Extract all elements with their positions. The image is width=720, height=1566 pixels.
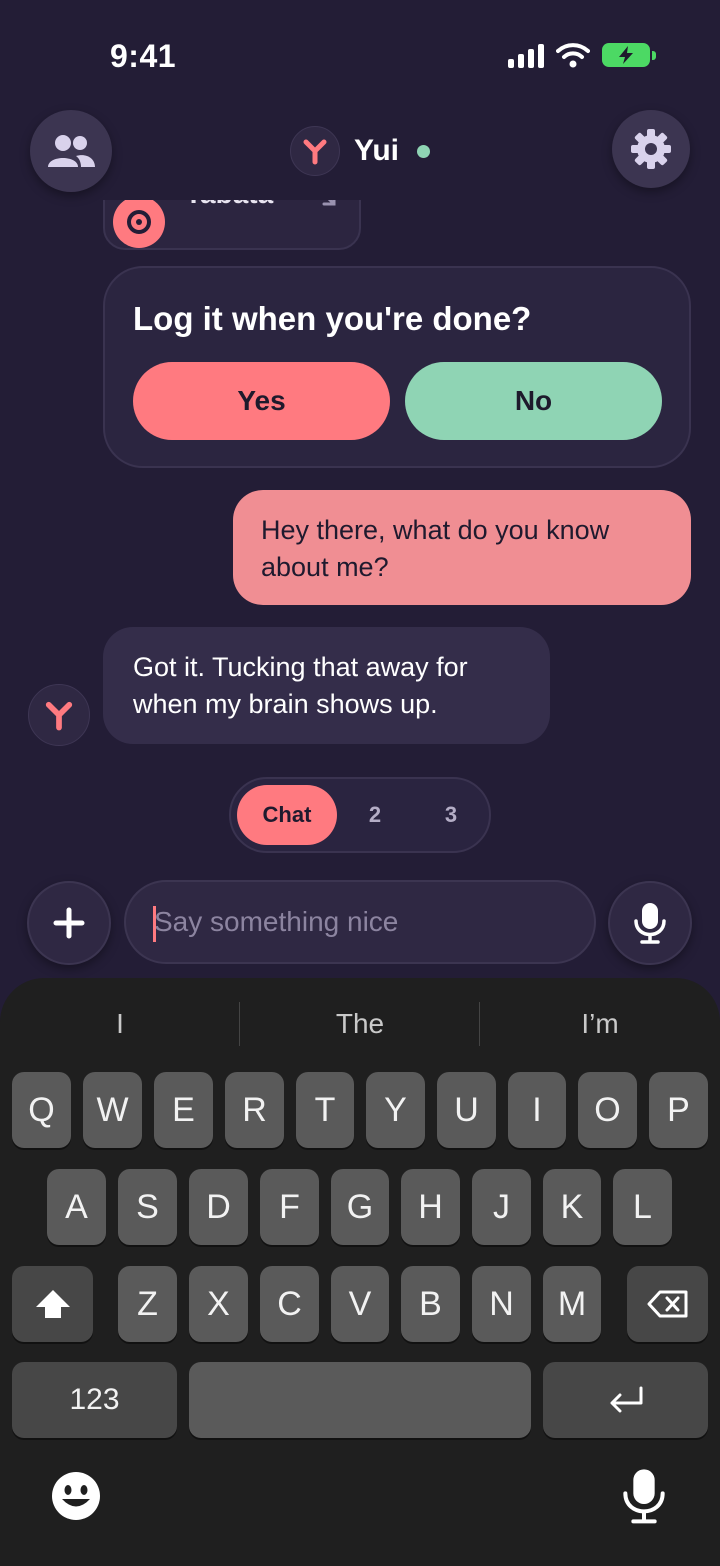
key-z[interactable]: Z [118, 1266, 177, 1342]
key-k[interactable]: K [543, 1169, 601, 1245]
key-o[interactable]: O [578, 1072, 637, 1148]
people-icon [48, 135, 95, 167]
predictive-suggestions: I The I’m [0, 978, 720, 1070]
microphone-icon [623, 1469, 665, 1524]
tabata-workout-card[interactable]: Tabata [103, 200, 361, 250]
key-f[interactable]: F [260, 1169, 319, 1245]
key-i[interactable]: I [508, 1072, 566, 1148]
key-u[interactable]: U [437, 1072, 496, 1148]
chat-thread[interactable]: Tabata Log it when you're done? Yes No H… [0, 200, 720, 870]
key-m[interactable]: M [543, 1266, 601, 1342]
status-time: 9:41 [110, 38, 177, 74]
yui-logo-icon [45, 701, 73, 731]
numbers-key[interactable]: 123 [12, 1362, 177, 1438]
key-l[interactable]: L [613, 1169, 672, 1245]
assistant-header[interactable]: Yui [290, 126, 431, 176]
key-q[interactable]: Q [12, 1072, 71, 1148]
expand-icon[interactable] [310, 200, 340, 210]
key-c[interactable]: C [260, 1266, 319, 1342]
add-attachment-button[interactable] [27, 881, 111, 965]
friends-button[interactable] [30, 110, 112, 192]
emoji-key[interactable] [50, 1470, 102, 1522]
no-button[interactable]: No [405, 362, 662, 440]
key-g[interactable]: G [331, 1169, 389, 1245]
key-s[interactable]: S [118, 1169, 177, 1245]
plus-icon [53, 907, 85, 939]
gear-icon [631, 129, 671, 169]
mode-tab-chat[interactable]: Chat [237, 785, 337, 845]
user-message-bubble: Hey there, what do you know about me? [233, 490, 691, 605]
suggestion-2[interactable]: The [240, 978, 480, 1070]
return-icon [610, 1386, 642, 1413]
shift-key[interactable] [12, 1266, 93, 1342]
key-w[interactable]: W [83, 1072, 142, 1148]
assistant-message-avatar [28, 684, 90, 746]
online-status-dot [417, 144, 431, 158]
settings-button[interactable] [612, 110, 690, 188]
battery-charging-icon [602, 43, 656, 67]
key-r[interactable]: R [225, 1072, 284, 1148]
cellular-signal-icon [508, 42, 544, 68]
microphone-icon [634, 903, 666, 944]
suggestion-1[interactable]: I [0, 978, 240, 1070]
yes-button[interactable]: Yes [133, 362, 390, 440]
dictation-key[interactable] [620, 1466, 668, 1526]
yui-logo-icon [303, 139, 327, 165]
timer-icon [113, 200, 165, 248]
return-key[interactable] [543, 1362, 708, 1438]
text-cursor [153, 906, 156, 942]
wifi-icon [556, 43, 590, 68]
status-icons [508, 42, 656, 68]
key-n[interactable]: N [472, 1266, 531, 1342]
key-t[interactable]: T [296, 1072, 354, 1148]
tabata-label: Tabata [185, 200, 273, 210]
key-v[interactable]: V [331, 1266, 389, 1342]
key-h[interactable]: H [401, 1169, 460, 1245]
shift-icon [35, 1290, 70, 1318]
key-b[interactable]: B [401, 1266, 460, 1342]
key-x[interactable]: X [189, 1266, 248, 1342]
key-a[interactable]: A [47, 1169, 106, 1245]
voice-input-button[interactable] [608, 881, 692, 965]
mode-tab-2[interactable]: 2 [345, 785, 405, 845]
key-y[interactable]: Y [366, 1072, 425, 1148]
assistant-message-bubble: Got it. Tucking that away for when my br… [103, 627, 550, 744]
log-question: Log it when you're done? [133, 300, 532, 337]
assistant-name: Yui [354, 134, 400, 167]
space-key[interactable] [189, 1362, 531, 1438]
key-e[interactable]: E [154, 1072, 213, 1148]
backspace-icon [647, 1290, 687, 1318]
key-p[interactable]: P [649, 1072, 708, 1148]
log-prompt-card: Log it when you're done? Yes No [103, 266, 691, 468]
delete-key[interactable] [627, 1266, 708, 1342]
key-j[interactable]: J [472, 1169, 531, 1245]
assistant-avatar [290, 126, 340, 176]
message-input[interactable] [124, 880, 596, 964]
mode-tab-3[interactable]: 3 [421, 785, 481, 845]
onscreen-keyboard: I The I’m Q W E R T Y U I O P A S D F G … [0, 978, 720, 1566]
suggestion-3[interactable]: I’m [480, 978, 720, 1070]
key-d[interactable]: D [189, 1169, 248, 1245]
emoji-icon [52, 1472, 100, 1520]
mode-switcher: Chat 2 3 [229, 777, 491, 853]
